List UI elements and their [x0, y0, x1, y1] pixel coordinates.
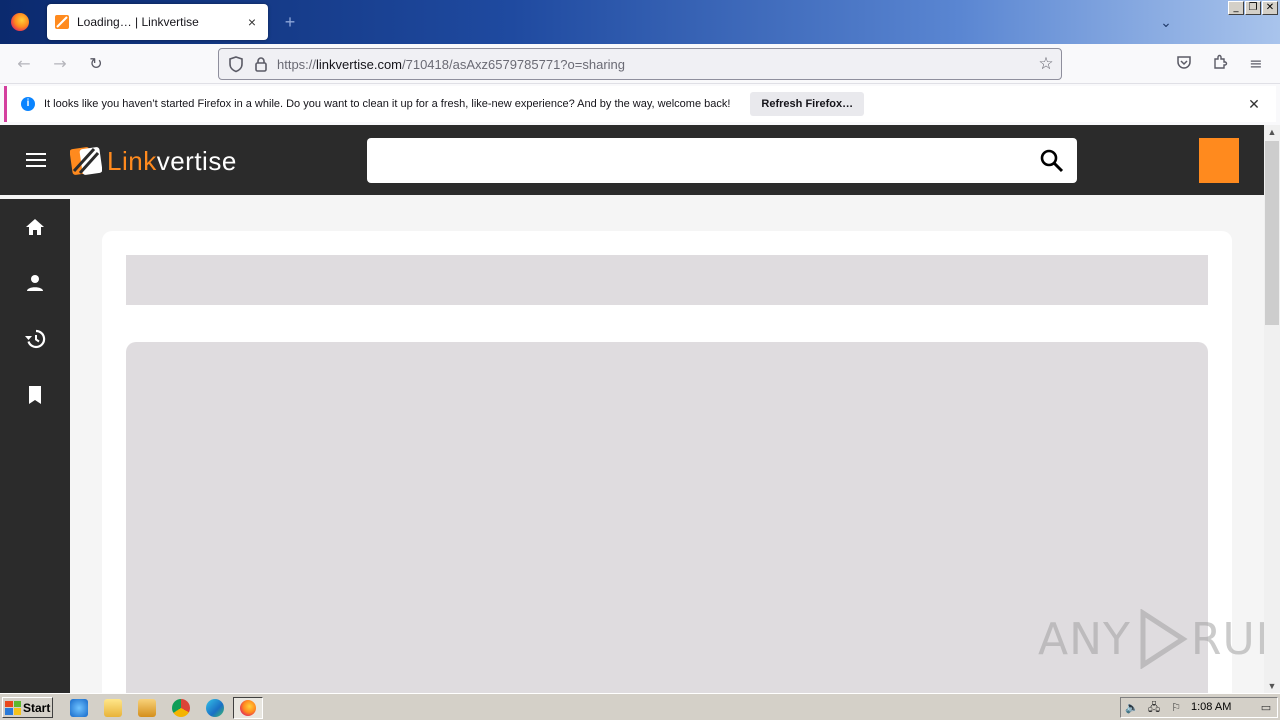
watermark-left-text: ANY	[1038, 613, 1131, 665]
close-notification-icon[interactable]: ✕	[1246, 96, 1262, 112]
taskbar-clock[interactable]: 1:08 AM	[1191, 701, 1231, 713]
loading-title-placeholder	[126, 255, 1208, 305]
info-icon: i	[21, 97, 35, 111]
window-controls: _ ❐ ✕	[1228, 1, 1278, 15]
action-center-flag-icon[interactable]: ⚐	[1169, 701, 1183, 715]
bookmark-icon[interactable]	[23, 383, 47, 407]
forward-arrow-icon[interactable]: →	[50, 54, 70, 74]
bookmark-star-icon[interactable]: ☆	[1037, 55, 1055, 73]
start-label: Start	[23, 700, 51, 715]
restore-button[interactable]: ❐	[1245, 1, 1261, 15]
network-icon[interactable]: 🖧	[1147, 701, 1161, 715]
login-button[interactable]	[1199, 138, 1239, 183]
url-scheme: https://	[277, 56, 317, 72]
navigation-toolbar: ← → ↻ https://linkvertise.com/710418/asA…	[0, 44, 1280, 84]
tracking-protection-shield-icon[interactable]	[227, 55, 245, 73]
linkvertise-logo-icon	[70, 147, 102, 175]
url-host: linkvertise.com	[316, 56, 402, 72]
site-search-input[interactable]	[367, 138, 1077, 183]
tab-title: Loading… | Linkvertise	[77, 15, 199, 29]
refresh-firefox-button[interactable]: Refresh Firefox…	[750, 92, 865, 116]
pocket-icon[interactable]	[1174, 54, 1194, 74]
linkvertise-logo[interactable]: Linkvertise	[70, 145, 237, 177]
windows-taskbar: Start 🔈 🖧 ⚐ 1:08 AM ▭	[0, 693, 1280, 720]
brand-name-rest: vertise	[156, 145, 237, 176]
firefox-menu-icon[interactable]	[8, 10, 32, 34]
site-sidebar	[0, 199, 70, 693]
taskbar-firefox-active[interactable]	[233, 697, 263, 719]
scrollbar-thumb[interactable]	[1265, 141, 1279, 325]
start-button[interactable]: Start	[2, 697, 53, 718]
url-text[interactable]: https://linkvertise.com/710418/asAxz6579…	[277, 57, 625, 72]
play-icon	[1140, 609, 1188, 669]
internet-explorer-icon[interactable]	[70, 699, 88, 717]
anyrun-watermark: ANY RUN	[1038, 609, 1264, 669]
tab-close-icon[interactable]: ×	[244, 14, 260, 30]
chrome-icon[interactable]	[172, 699, 190, 717]
hamburger-menu-icon[interactable]	[26, 153, 46, 167]
browser-tab-strip: Loading… | Linkvertise × + ⌄ _ ❐ ✕	[0, 0, 1280, 44]
minimize-button[interactable]: _	[1228, 1, 1244, 15]
system-tray: 🔈 🖧 ⚐ 1:08 AM ▭	[1120, 697, 1278, 718]
scroll-up-arrow-icon[interactable]: ▲	[1264, 125, 1280, 139]
firefox-refresh-notification: i It looks like you haven’t started Fire…	[4, 86, 1276, 122]
search-icon[interactable]	[1039, 148, 1065, 174]
url-path: /710418/asAxz6579785771?o=sharing	[402, 56, 625, 72]
firefox-taskbar-icon	[240, 700, 256, 716]
scroll-down-arrow-icon[interactable]: ▼	[1264, 679, 1280, 693]
show-desktop-icon[interactable]: ▭	[1259, 701, 1273, 715]
media-player-icon[interactable]	[138, 699, 156, 717]
app-menu-icon[interactable]: ≡	[1246, 54, 1266, 74]
notification-message: It looks like you haven’t started Firefo…	[44, 98, 731, 110]
close-window-button[interactable]: ✕	[1262, 1, 1278, 15]
tab-linkvertise[interactable]: Loading… | Linkvertise ×	[47, 4, 268, 40]
page-scrollbar[interactable]: ▲ ▼	[1264, 125, 1280, 693]
home-icon[interactable]	[23, 215, 47, 239]
extensions-icon[interactable]	[1210, 54, 1230, 74]
volume-icon[interactable]: 🔈	[1125, 701, 1139, 715]
address-bar[interactable]: https://linkvertise.com/710418/asAxz6579…	[218, 48, 1062, 80]
list-all-tabs-icon[interactable]: ⌄	[1156, 12, 1176, 32]
edge-icon[interactable]	[206, 699, 224, 717]
page-content: Linkvertise ANY RU	[0, 125, 1264, 693]
file-explorer-icon[interactable]	[104, 699, 122, 717]
watermark-right-text: RUN	[1190, 613, 1264, 665]
windows-flag-icon	[5, 700, 21, 715]
brand-name-accent: Link	[107, 145, 157, 176]
brand-name: Linkvertise	[107, 146, 237, 177]
back-arrow-icon[interactable]: ←	[14, 54, 34, 74]
new-tab-button[interactable]: +	[280, 12, 300, 32]
lock-icon[interactable]	[253, 56, 269, 72]
account-icon[interactable]	[23, 271, 47, 295]
site-header: Linkvertise	[0, 125, 1264, 195]
history-icon[interactable]	[23, 327, 47, 351]
reload-icon[interactable]: ↻	[86, 54, 106, 74]
linkvertise-favicon-icon	[55, 15, 69, 29]
